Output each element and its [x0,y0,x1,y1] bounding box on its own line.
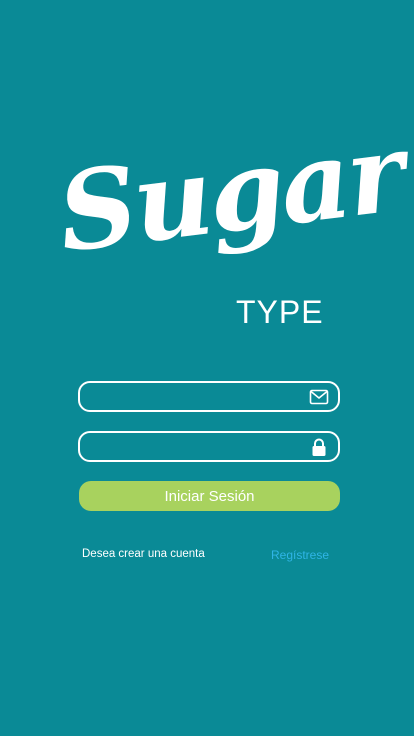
password-field[interactable] [78,431,340,462]
email-input[interactable] [90,383,300,410]
signup-prompt-text: Desea crear una cuenta [82,548,205,560]
register-link[interactable]: Regístrese [271,548,329,562]
logo-sub-text: TYPE [236,294,324,330]
password-input[interactable] [90,433,300,460]
mail-icon [309,387,329,407]
email-field[interactable] [78,381,340,412]
lock-icon [309,437,329,457]
login-button[interactable]: Iniciar Sesión [79,481,340,511]
logo-script-text: Sugar [51,109,409,277]
sugar-type-logo: Sugar TYPE [52,110,409,340]
